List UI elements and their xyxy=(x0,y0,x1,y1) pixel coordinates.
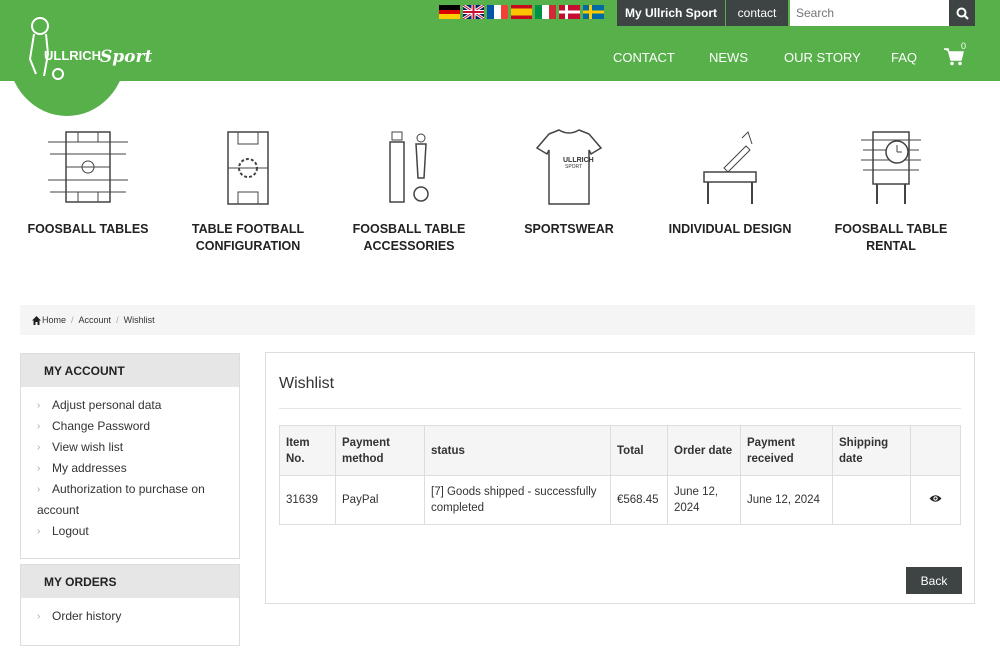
sidebar-item-logout[interactable]: › Logout xyxy=(37,521,227,542)
nav-faq[interactable]: FAQ xyxy=(891,50,917,65)
column-header xyxy=(910,425,961,476)
table-row: 31639 PayPal [7] Goods shipped - success… xyxy=(279,475,961,525)
search-icon xyxy=(956,7,969,20)
breadcrumb-separator: / xyxy=(71,315,74,325)
flag-it-icon[interactable] xyxy=(535,5,556,19)
svg-text:Sport: Sport xyxy=(100,47,152,67)
sidebar-item-order-history[interactable]: › Order history xyxy=(37,606,227,627)
eye-icon[interactable] xyxy=(929,494,942,503)
flag-fr-icon[interactable] xyxy=(487,5,508,19)
svg-text:SPORT: SPORT xyxy=(565,164,582,170)
sidebar-item-change-password[interactable]: › Change Password xyxy=(37,416,227,437)
my-account-button[interactable]: My Ullrich Sport xyxy=(617,0,725,26)
category-individual-design[interactable] xyxy=(650,128,810,208)
brand-logo[interactable]: ULLRICH Sport xyxy=(18,14,158,94)
breadcrumb-wishlist: Wishlist xyxy=(123,315,155,325)
foosball-table-icon xyxy=(48,131,128,203)
cell-shipping-date xyxy=(832,475,911,525)
my-orders-panel: MY ORDERS › Order history xyxy=(20,564,240,646)
flag-dk-icon[interactable] xyxy=(559,5,580,19)
search-button[interactable] xyxy=(949,0,975,26)
accessories-icon xyxy=(389,131,429,203)
cell-status: [7] Goods shipped - successfully complet… xyxy=(424,475,611,525)
category-foosball-tables[interactable] xyxy=(8,128,168,208)
category-table-config[interactable] xyxy=(168,128,328,208)
home-icon[interactable] xyxy=(32,315,41,325)
sidebar-item-purchase-on-account[interactable]: › Authorization to purchase on account xyxy=(37,479,227,521)
chevron-right-icon: › xyxy=(37,611,41,622)
category-label[interactable]: INDIVIDUAL DESIGN xyxy=(650,221,810,238)
rental-icon xyxy=(861,131,921,204)
category-label[interactable]: TABLE FOOTBALL CONFIGURATION xyxy=(168,221,328,255)
cart-count: 0 xyxy=(961,41,967,51)
svg-text:ULLRICH: ULLRICH xyxy=(563,157,594,164)
cell-order-date: June 12, 2024 xyxy=(667,475,741,525)
search-input[interactable] xyxy=(790,0,950,26)
cell-view xyxy=(910,475,961,525)
panel-title: MY ACCOUNT xyxy=(21,354,239,387)
flag-de-icon[interactable] xyxy=(439,5,460,19)
sidebar-item-adjust-personal-data[interactable]: › Adjust personal data xyxy=(37,395,227,416)
cell-payment-received: June 12, 2024 xyxy=(740,475,833,525)
category-rental[interactable] xyxy=(811,128,971,208)
table-header-row: Item No. Payment method status Total Ord… xyxy=(279,425,961,476)
chevron-right-icon: › xyxy=(37,400,41,411)
language-flags xyxy=(439,5,604,19)
sidebar-item-view-wish-list[interactable]: › View wish list xyxy=(37,437,227,458)
category-label[interactable]: FOOSBALL TABLE ACCESSORIES xyxy=(329,221,489,255)
design-icon xyxy=(703,131,757,204)
category-label[interactable]: FOOSBALL TABLE RENTAL xyxy=(811,221,971,255)
cell-payment-method: PayPal xyxy=(335,475,425,525)
back-button[interactable]: Back xyxy=(906,567,962,594)
tshirt-icon: ULLRICH SPORT xyxy=(535,129,603,205)
cell-total: €568.45 xyxy=(610,475,668,525)
chevron-right-icon: › xyxy=(37,526,41,537)
chevron-right-icon: › xyxy=(37,463,41,474)
svg-text:ULLRICH: ULLRICH xyxy=(44,48,101,63)
nav-news[interactable]: NEWS xyxy=(709,50,748,65)
breadcrumb-home[interactable]: Home xyxy=(42,315,66,325)
column-header: Order date xyxy=(667,425,741,476)
breadcrumb: Home / Account / Wishlist xyxy=(20,305,975,335)
category-sportswear[interactable]: ULLRICH SPORT xyxy=(489,128,649,208)
cell-item-no: 31639 xyxy=(279,475,336,525)
column-header: Item No. xyxy=(279,425,336,476)
flag-se-icon[interactable] xyxy=(583,5,604,19)
flag-uk-icon[interactable] xyxy=(463,5,484,19)
table-config-icon xyxy=(227,131,269,205)
chevron-right-icon: › xyxy=(37,484,41,495)
nav-contact[interactable]: CONTACT xyxy=(613,50,675,65)
orders-table: Item No. Payment method status Total Ord… xyxy=(279,425,961,525)
chevron-right-icon: › xyxy=(37,442,41,453)
breadcrumb-account[interactable]: Account xyxy=(79,315,112,325)
chevron-right-icon: › xyxy=(37,421,41,432)
flag-es-icon[interactable] xyxy=(511,5,532,19)
category-accessories[interactable] xyxy=(329,128,489,208)
divider xyxy=(279,408,961,409)
wishlist-panel: Wishlist Item No. Payment method status … xyxy=(265,352,975,604)
column-header: Payment received xyxy=(740,425,833,476)
column-header: Payment method xyxy=(335,425,425,476)
column-header: status xyxy=(424,425,611,476)
category-label[interactable]: FOOSBALL TABLES xyxy=(8,221,168,238)
sidebar-item-my-addresses[interactable]: › My addresses xyxy=(37,458,227,479)
column-header: Total xyxy=(610,425,668,476)
category-label[interactable]: SPORTSWEAR xyxy=(489,221,649,238)
my-account-panel: MY ACCOUNT › Adjust personal data › Change… xyxy=(20,353,240,559)
breadcrumb-separator: / xyxy=(116,315,119,325)
page-title: Wishlist xyxy=(279,375,335,392)
contact-button[interactable]: contact xyxy=(726,0,788,26)
nav-our-story[interactable]: OUR STORY xyxy=(784,50,861,65)
column-header: Shipping date xyxy=(832,425,911,476)
panel-title: MY ORDERS xyxy=(21,565,239,598)
